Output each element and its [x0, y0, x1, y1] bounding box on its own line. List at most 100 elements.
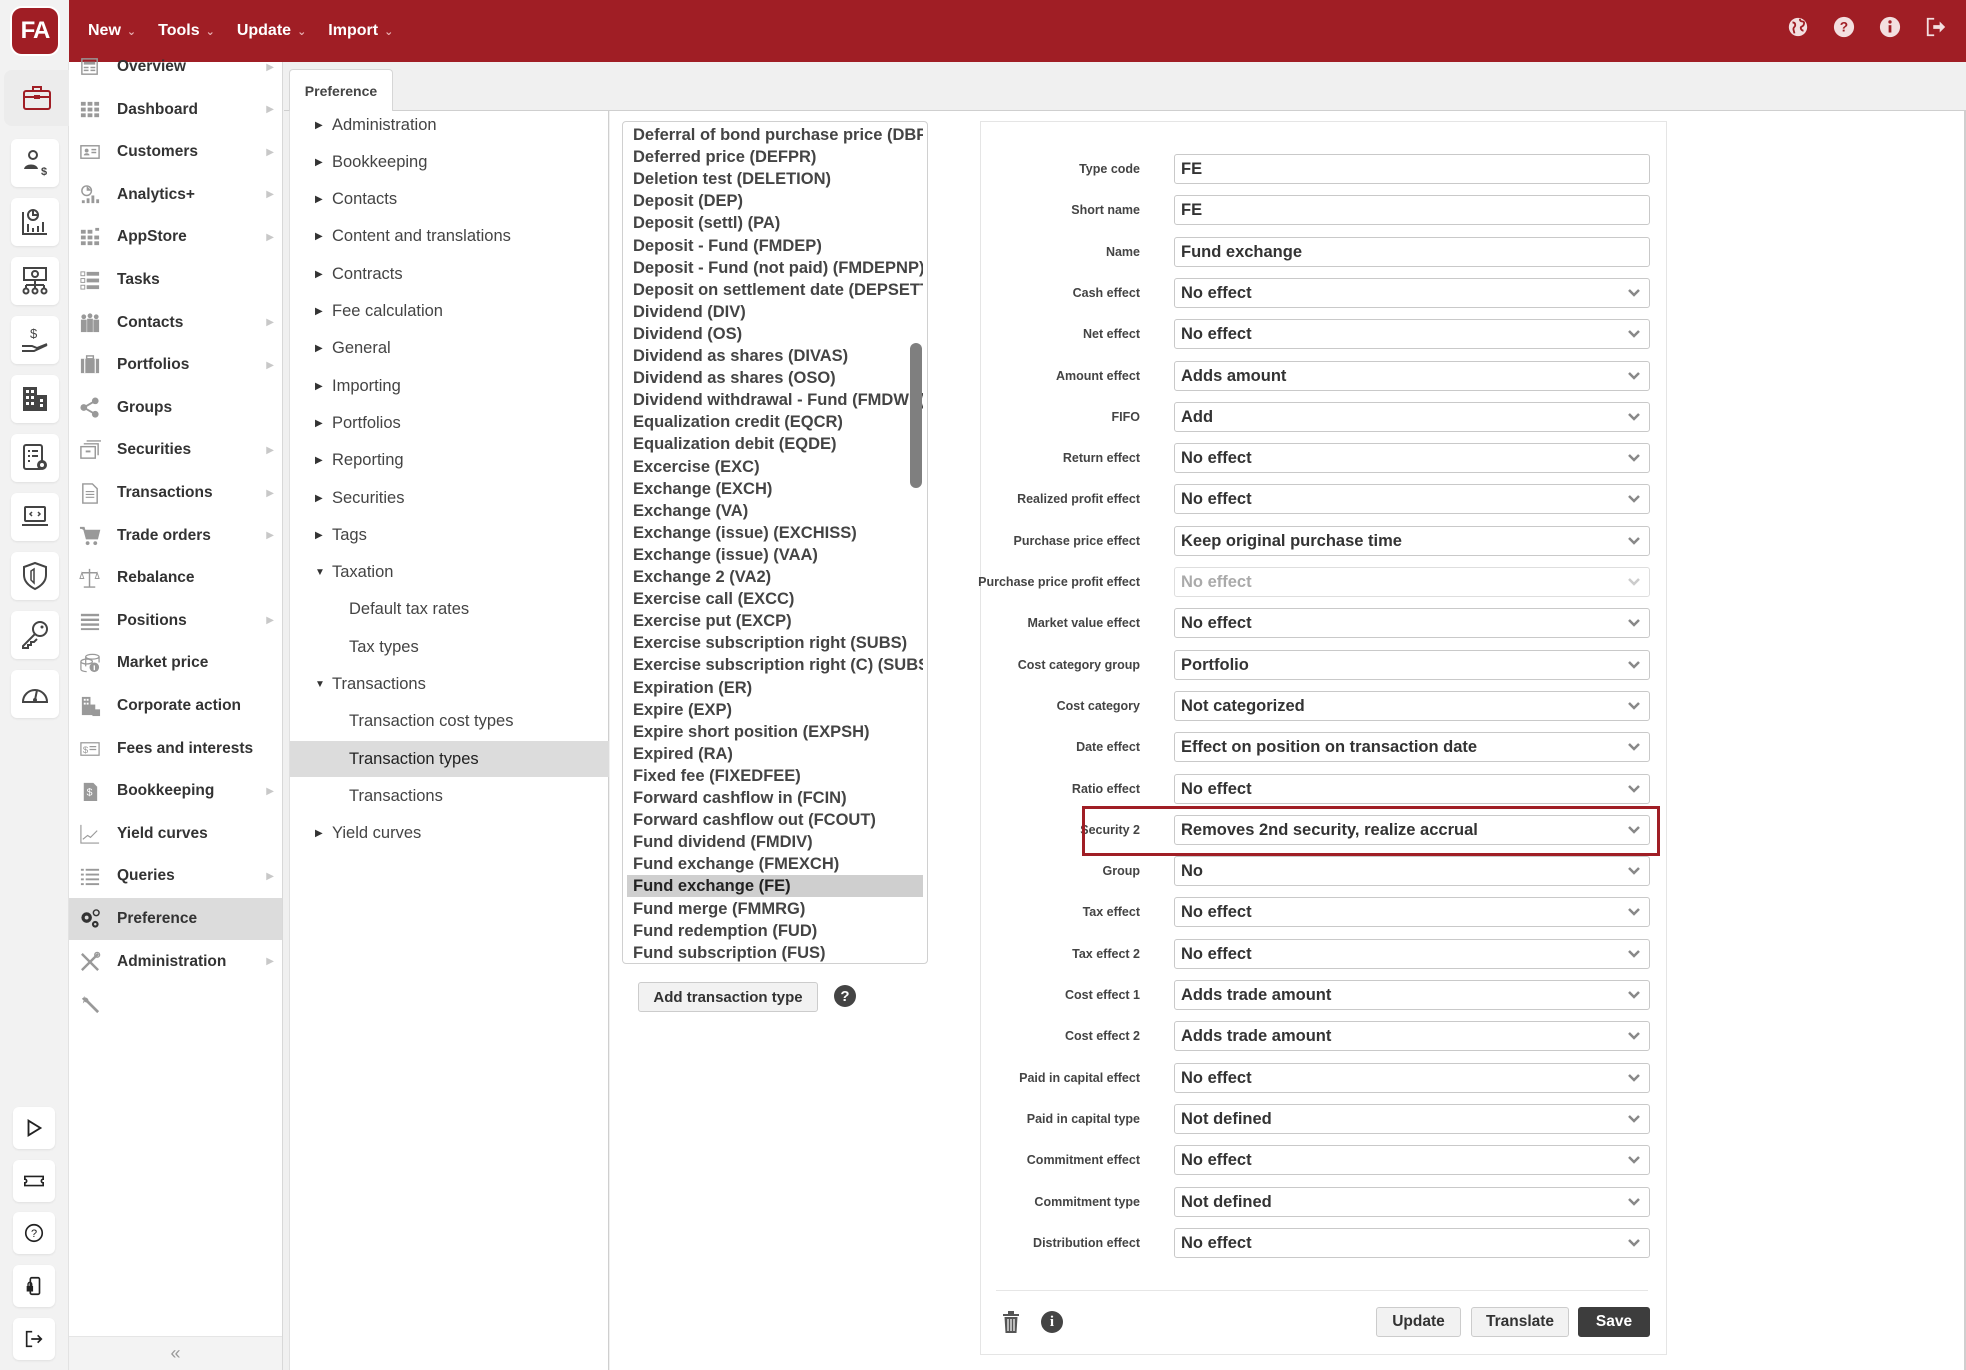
- list-item[interactable]: Dividend (DIV): [627, 301, 923, 323]
- nav-item-portfolios[interactable]: Portfolios ▶: [69, 344, 282, 386]
- caret-right-icon[interactable]: ▶: [315, 418, 323, 429]
- date-effect-select[interactable]: Effect on position on transaction date: [1174, 732, 1650, 763]
- nav-item-bookkeeping[interactable]: $ Bookkeeping ▶: [69, 770, 282, 812]
- caret-right-icon[interactable]: ▶: [315, 381, 323, 392]
- ratio-effect-select[interactable]: No effect: [1174, 773, 1650, 804]
- nav-item-appstore[interactable]: AppStore ▶: [69, 216, 282, 258]
- tree-item-content-and-translations[interactable]: ▶ Content and translations: [290, 219, 609, 255]
- tree-item-transaction-cost-types[interactable]: Transaction cost types: [290, 704, 609, 740]
- list-item[interactable]: Equalization debit (EQDE): [627, 433, 923, 455]
- tax-effect-select[interactable]: No effect: [1174, 897, 1650, 928]
- tree-item-reporting[interactable]: ▶ Reporting: [290, 443, 609, 479]
- list-item[interactable]: Fund merge (FMMRG): [627, 898, 923, 920]
- purchase-price-effect-select[interactable]: Keep original purchase time: [1174, 525, 1650, 556]
- caret-right-icon[interactable]: ▶: [315, 493, 323, 504]
- cost-category-group-select[interactable]: Portfolio: [1174, 649, 1650, 680]
- tree-item-importing[interactable]: ▶ Importing: [290, 368, 609, 404]
- list-item[interactable]: Exchange (EXCH): [627, 478, 923, 500]
- amount-effect-select[interactable]: Adds amount: [1174, 360, 1650, 391]
- nav-item-yield-curves[interactable]: Yield curves: [69, 813, 282, 855]
- menu-import[interactable]: Import ⌄: [328, 22, 393, 40]
- list-item[interactable]: Exercise call (EXCC): [627, 588, 923, 610]
- nav-item-rebalance[interactable]: Rebalance: [69, 557, 282, 599]
- tree-item-portfolios[interactable]: ▶ Portfolios: [290, 405, 609, 441]
- translate-button[interactable]: Translate: [1471, 1307, 1569, 1337]
- rail-phone-lock[interactable]: [13, 1265, 55, 1307]
- transaction-type-list[interactable]: Deferral of bond purchase price (DBPP Def…: [622, 121, 928, 964]
- paid-in-capital-type-select[interactable]: Not defined: [1174, 1103, 1650, 1134]
- nav-item-market-price[interactable]: Market price: [69, 642, 282, 684]
- list-item[interactable]: Deposit - Fund (not paid) (FMDEPNP): [627, 257, 923, 279]
- short-name-input[interactable]: FE: [1174, 195, 1650, 226]
- return-effect-select[interactable]: No effect: [1174, 443, 1650, 474]
- tree-item-administration[interactable]: ▶ Administration: [290, 107, 609, 143]
- list-item[interactable]: Equalization credit (EQCR): [627, 411, 923, 433]
- rail-shield[interactable]: [11, 552, 59, 600]
- list-item[interactable]: Fund exchange (FMEXCH): [627, 853, 923, 875]
- nav-item-groups[interactable]: Groups: [69, 387, 282, 429]
- list-item[interactable]: Exercise subscription right (SUBS): [627, 632, 923, 654]
- name-input[interactable]: Fund exchange: [1174, 236, 1650, 267]
- list-item[interactable]: Deferred price (DEFPR): [627, 146, 923, 168]
- tree-item-contacts[interactable]: ▶ Contacts: [290, 182, 609, 218]
- caret-right-icon[interactable]: ▶: [315, 306, 323, 317]
- tree-item-transactions[interactable]: Transactions: [290, 778, 609, 814]
- nav-item-transactions[interactable]: Transactions ▶: [69, 472, 282, 514]
- list-item[interactable]: Deposit on settlement date (DEPSETTL: [627, 279, 923, 301]
- nav-item-dashboard[interactable]: Dashboard ▶: [69, 89, 282, 131]
- market-value-effect-select[interactable]: No effect: [1174, 608, 1650, 639]
- add-transaction-type-button[interactable]: Add transaction type: [638, 982, 818, 1012]
- list-item[interactable]: Fund redemption (FUD): [627, 920, 923, 942]
- rail-report-settings[interactable]: [11, 434, 59, 482]
- nav-item-fees-and-interests[interactable]: $ Fees and interests: [69, 728, 282, 770]
- list-item[interactable]: Dividend as shares (DIVAS): [627, 345, 923, 367]
- nav-item-corporate-action[interactable]: Corporate action: [69, 685, 282, 727]
- list-item[interactable]: Exercise put (EXCP): [627, 610, 923, 632]
- nav-item-analytics[interactable]: Analytics+ ▶: [69, 174, 282, 216]
- security-2-select[interactable]: Removes 2nd security, realize accrual: [1174, 814, 1650, 845]
- tree-item-tags[interactable]: ▶ Tags: [290, 517, 609, 553]
- distribution-effect-select[interactable]: No effect: [1174, 1227, 1650, 1258]
- caret-down-icon[interactable]: ▼: [315, 567, 325, 578]
- list-item[interactable]: Fund exchange (FE): [627, 875, 923, 898]
- list-item[interactable]: Exchange 2 (VA2): [627, 566, 923, 588]
- rail-building[interactable]: [11, 375, 59, 423]
- tree-item-transaction-types[interactable]: Transaction types: [290, 741, 609, 778]
- nav-item-positions[interactable]: Positions ▶: [69, 600, 282, 642]
- paid-in-capital-effect-select[interactable]: No effect: [1174, 1062, 1650, 1093]
- rail-laptop-code[interactable]: [11, 493, 59, 541]
- cost-effect-2-select[interactable]: Adds trade amount: [1174, 1021, 1650, 1052]
- rail-speedometer[interactable]: [11, 670, 59, 718]
- help-icon[interactable]: ?: [1832, 15, 1856, 39]
- nav-item-overview[interactable]: Overview ▶: [69, 46, 282, 88]
- caret-right-icon[interactable]: ▶: [315, 194, 323, 205]
- rail-customers[interactable]: $: [11, 139, 59, 187]
- cost-category-select[interactable]: Not categorized: [1174, 690, 1650, 721]
- commitment-effect-select[interactable]: No effect: [1174, 1145, 1650, 1176]
- caret-down-icon[interactable]: ▼: [315, 679, 325, 690]
- nav-item-customers[interactable]: Customers ▶: [69, 131, 282, 173]
- nav-item-tasks[interactable]: Tasks: [69, 259, 282, 301]
- list-item[interactable]: Deposit (settl) (PA): [627, 212, 923, 234]
- nav-item-contacts[interactable]: Contacts ▶: [69, 302, 282, 344]
- list-item[interactable]: Dividend (OS): [627, 323, 923, 345]
- menu-new[interactable]: New ⌄: [88, 22, 136, 40]
- info-icon[interactable]: [1878, 15, 1902, 39]
- type-code-input[interactable]: FE: [1174, 154, 1650, 184]
- list-item[interactable]: Deferral of bond purchase price (DBPP: [627, 124, 923, 146]
- tree-item-contracts[interactable]: ▶ Contracts: [290, 256, 609, 292]
- tree-item-bookkeeping[interactable]: ▶ Bookkeeping: [290, 144, 609, 180]
- cost-effect-1-select[interactable]: Adds trade amount: [1174, 980, 1650, 1010]
- rail-briefcase[interactable]: [4, 70, 69, 126]
- rail-key[interactable]: [11, 611, 59, 659]
- rail-ticket[interactable]: [13, 1160, 55, 1202]
- list-item[interactable]: Exchange (issue) (VAA): [627, 544, 923, 566]
- nav-item-queries[interactable]: Queries ▶: [69, 855, 282, 897]
- tree-item-general[interactable]: ▶ General: [290, 331, 609, 367]
- trash-icon[interactable]: [1000, 1310, 1022, 1334]
- caret-right-icon[interactable]: ▶: [315, 231, 323, 242]
- tree-item-tax-types[interactable]: Tax types: [290, 629, 609, 665]
- update-button[interactable]: Update: [1376, 1307, 1461, 1337]
- list-item[interactable]: Deletion test (DELETION): [627, 168, 923, 190]
- list-item[interactable]: Expiration (ER): [627, 677, 923, 699]
